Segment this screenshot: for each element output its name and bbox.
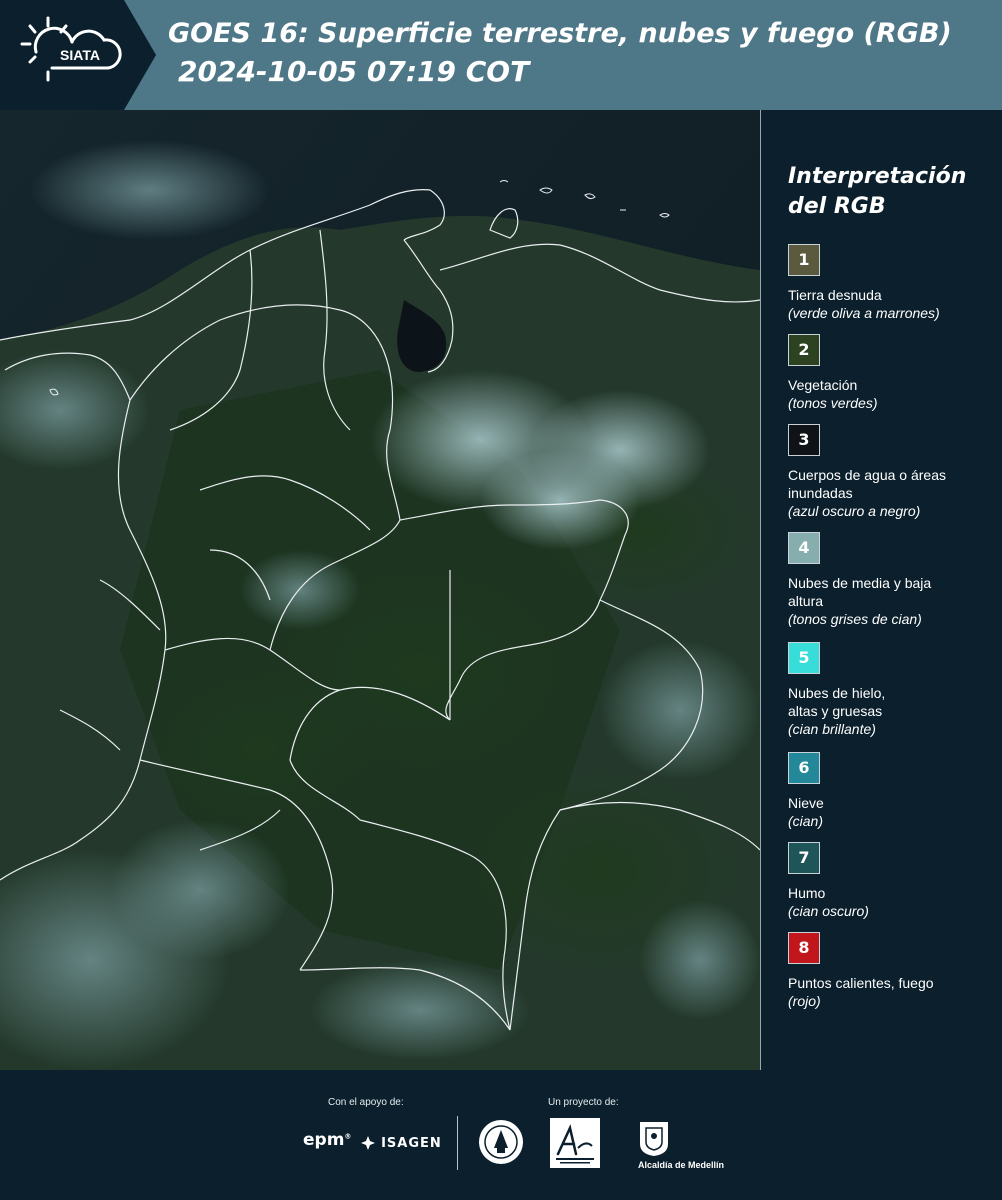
- timestamp: 2024-10-05 07:19 COT: [178, 55, 530, 88]
- legend-label: Puntos calientes, fuego: [788, 975, 934, 991]
- legend-desc: (tonos grises de cian): [788, 611, 922, 627]
- legend-item-vegetation: 2 Vegetación (tonos verdes): [788, 334, 998, 412]
- footer: Con el apoyo de: Un proyecto de: epm® IS…: [0, 1070, 1002, 1200]
- legend-item-fire: 8 Puntos calientes, fuego (rojo): [788, 932, 998, 1010]
- legend-desc: (verde oliva a marrones): [788, 305, 940, 321]
- legend-label: Nubes de media y baja altura: [788, 575, 932, 609]
- legend-swatch: 3: [788, 424, 820, 456]
- support-label: Con el apoyo de:: [328, 1097, 404, 1108]
- legend-item-snow: 6 Nieve (cian): [788, 752, 998, 830]
- isagen-logo: ISAGEN: [360, 1132, 442, 1151]
- legend-label: Cuerpos de agua o áreas inundadas: [788, 467, 946, 501]
- page-title: GOES 16: Superficie terrestre, nubes y f…: [168, 18, 952, 49]
- legend-swatch: 8: [788, 932, 820, 964]
- legend-label: Nubes de hielo, altas y gruesas: [788, 685, 886, 719]
- legend-item-low-clouds: 4 Nubes de media y baja altura (tonos gr…: [788, 532, 998, 628]
- siata-logo: SIATA: [0, 0, 156, 110]
- alcaldia-label: Alcaldía de Medellín: [638, 1160, 725, 1170]
- rgb-legend: Interpretación del RGB 1 Tierra desnuda …: [770, 110, 1002, 1070]
- legend-desc: (rojo): [788, 993, 821, 1009]
- legend-label: Humo: [788, 885, 826, 901]
- legend-label: Tierra desnuda: [788, 287, 882, 303]
- alcaldia-medellin-logo: [636, 1118, 672, 1162]
- legend-item-water: 3 Cuerpos de agua o áreas inundadas (azu…: [788, 424, 998, 520]
- legend-desc: (cian): [788, 813, 824, 829]
- legend-swatch: 6: [788, 752, 820, 784]
- satellite-map: [0, 110, 761, 1070]
- legend-label: Vegetación: [788, 377, 858, 393]
- legend-desc: (cian brillante): [788, 721, 876, 737]
- footer-divider: [457, 1116, 458, 1170]
- legend-swatch: 4: [788, 532, 820, 564]
- legend-item-ice-clouds: 5 Nubes de hielo, altas y gruesas (cian …: [788, 642, 998, 738]
- header-bar: SIATA GOES 16: Superficie terrestre, nub…: [0, 0, 1002, 110]
- svg-text:SIATA: SIATA: [60, 47, 100, 63]
- legend-swatch: 1: [788, 244, 820, 276]
- legend-item-bare-soil: 1 Tierra desnuda (verde oliva a marrones…: [788, 244, 998, 322]
- legend-title: Interpretación del RGB: [788, 164, 967, 219]
- medellin-seal-logo: [477, 1118, 525, 1170]
- area-metropolitana-logo: [550, 1118, 600, 1172]
- legend-label: Nieve: [788, 795, 824, 811]
- legend-swatch: 5: [788, 642, 820, 674]
- legend-item-smoke: 7 Humo (cian oscuro): [788, 842, 998, 920]
- legend-desc: (azul oscuro a negro): [788, 503, 921, 519]
- legend-desc: (tonos verdes): [788, 395, 878, 411]
- legend-swatch: 2: [788, 334, 820, 366]
- legend-swatch: 7: [788, 842, 820, 874]
- legend-desc: (cian oscuro): [788, 903, 869, 919]
- project-label: Un proyecto de:: [548, 1097, 619, 1108]
- epm-logo: epm®: [303, 1130, 352, 1150]
